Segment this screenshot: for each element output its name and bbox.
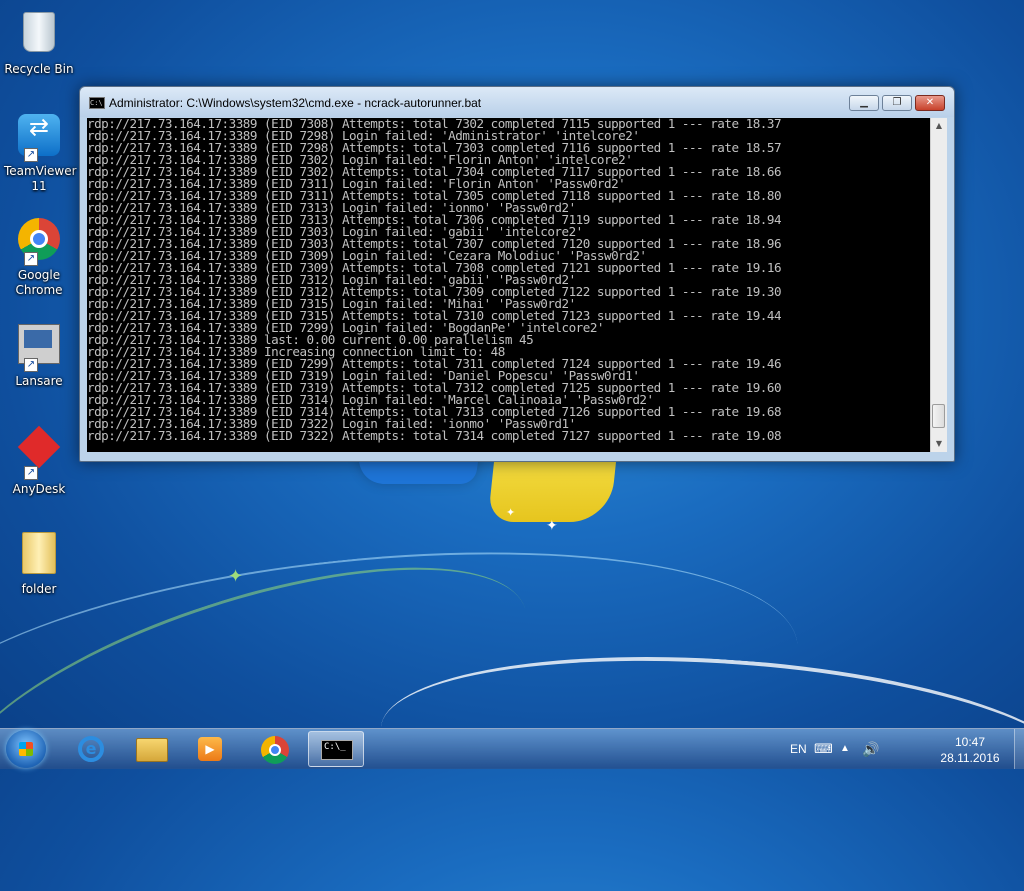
desktop-icon-lansare[interactable]: ↗ Lansare [4,320,74,389]
clock-date: 28.11.2016 [940,751,1000,765]
chevron-down-icon: ▼ [935,439,943,448]
wallpaper-sparkle-icon: ✦ [228,566,244,587]
shortcut-arrow-icon: ↗ [24,358,38,372]
window-title: Administrator: C:\Windows\system32\cmd.e… [109,96,482,110]
system-clock[interactable]: 10:47 28.11.2016 [926,734,1014,766]
minimize-button[interactable]: ▁ [849,95,879,111]
chrome-icon: ↗ [16,218,62,266]
show-hidden-icons-icon[interactable]: ▲ [840,729,850,769]
shortcut-arrow-icon: ↗ [24,466,38,480]
taskbar-command-prompt[interactable]: C:\_ [308,731,364,767]
desktop-icon-teamviewer[interactable]: ↗ TeamViewer 11 [4,112,77,194]
maximize-icon: ❐ [892,97,902,108]
desktop-icon-label: folder [21,582,57,596]
taskbar-windows-explorer[interactable] [122,731,178,767]
taskbar-media-player[interactable]: ▶ [182,731,238,767]
taskbar: e ▶ C:\_ EN ⌨ ▲ 🔊 10:47 28.11.2016 [0,728,1024,769]
taskbar-google-chrome[interactable] [246,731,302,767]
desktop-icon-label: Recycle Bin [4,62,74,76]
lansare-icon: ↗ [16,324,62,372]
wallpaper-sparkle-icon: ✦ [546,518,558,534]
shortcut-arrow-icon: ↗ [24,148,38,162]
desktop-icon-label: TeamViewer 11 [4,164,77,193]
desktop-icon-recycle-bin[interactable]: Recycle Bin [4,8,74,77]
anydesk-icon: ↗ [16,425,62,480]
wallpaper-sparkle-icon: ✦ [506,506,516,519]
chrome-icon [261,736,289,764]
folder-icon [16,532,62,578]
desktop-icon-label: AnyDesk [12,482,66,496]
scroll-up-button[interactable]: ▲ [931,118,947,134]
language-indicator[interactable]: EN [790,729,807,769]
clock-time: 10:47 [954,735,986,749]
teamviewer-icon: ↗ [16,114,62,162]
console-output[interactable]: rdp://217.73.164.17:3389 (EID 7308) Atte… [87,118,930,452]
chevron-up-icon: ▲ [935,121,943,130]
show-desktop-button[interactable] [1014,729,1024,769]
shortcut-arrow-icon: ↗ [24,252,38,266]
close-icon: ✕ [925,97,935,108]
internet-explorer-icon: e [78,736,104,762]
console-line: rdp://217.73.164.17:3389 (EID 7322) Atte… [87,428,782,443]
cmd-icon: C:\_ [321,740,353,760]
volume-icon[interactable]: 🔊 [862,729,879,769]
window-titlebar[interactable]: C:\ Administrator: C:\Windows\system32\c… [80,87,954,117]
desktop-icon-anydesk[interactable]: ↗ AnyDesk [4,424,74,497]
keyboard-icon[interactable]: ⌨ [814,729,833,769]
minimize-icon: ▁ [860,97,868,108]
recycle-bin-icon [16,12,62,58]
scroll-down-button[interactable]: ▼ [931,436,947,452]
cmd-window[interactable]: C:\ Administrator: C:\Windows\system32\c… [79,86,955,462]
close-button[interactable]: ✕ [915,95,945,111]
windows-start-icon[interactable] [6,730,46,768]
maximize-button[interactable]: ❐ [882,95,912,111]
media-player-icon: ▶ [198,737,222,761]
scrollbar-thumb[interactable] [932,404,945,428]
desktop-icon-label: Lansare [15,374,63,388]
desktop-icon-folder[interactable]: folder [4,528,74,597]
desktop-icon-label: Google Chrome [15,268,63,297]
cmd-icon[interactable]: C:\ [89,97,105,109]
vertical-scrollbar[interactable]: ▲ ▼ [930,118,947,452]
taskbar-internet-explorer[interactable]: e [62,731,118,767]
desktop-icon-google-chrome[interactable]: ↗ Google Chrome [4,216,74,298]
folder-explorer-icon [136,738,168,762]
